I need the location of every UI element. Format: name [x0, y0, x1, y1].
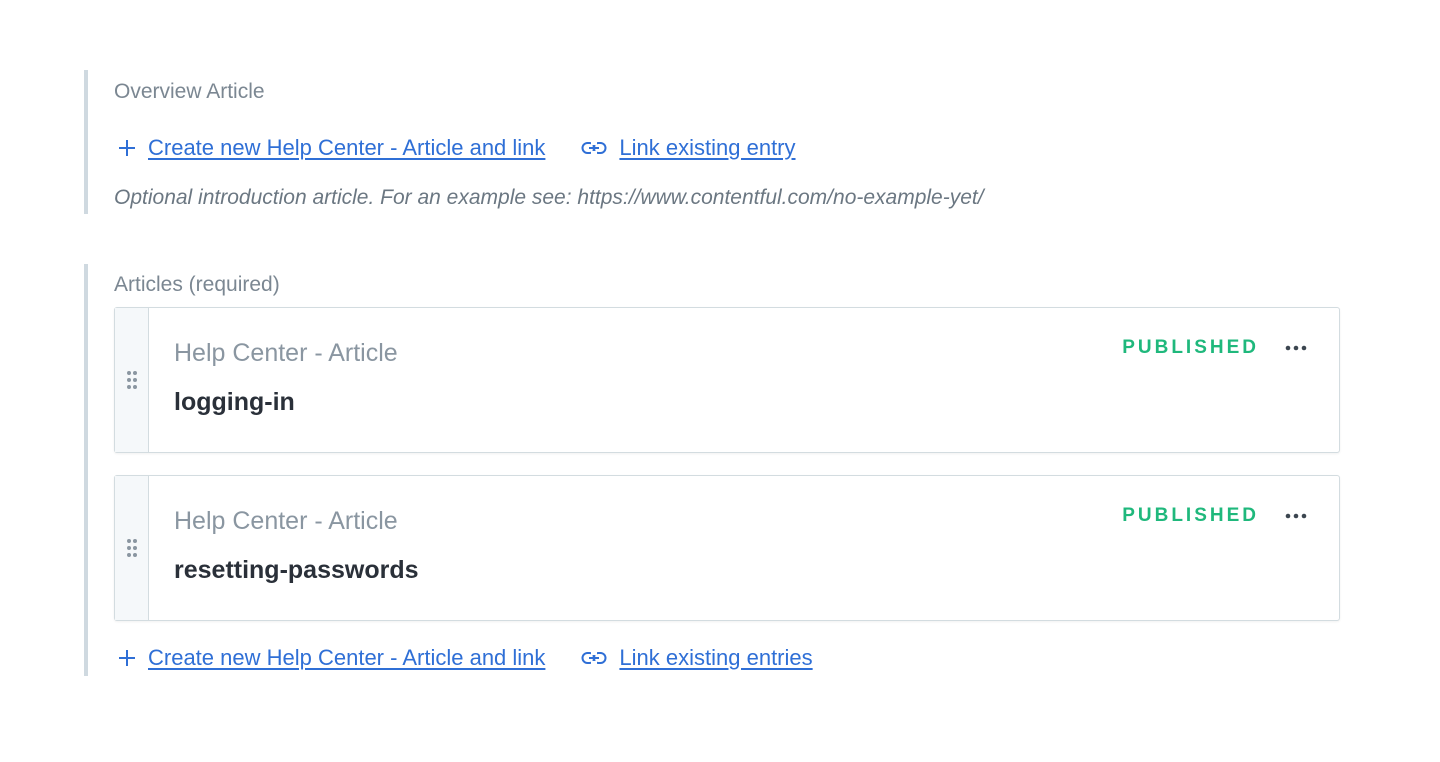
link-existing-entries-link[interactable]: Link existing entries [581, 645, 813, 671]
overview-actions: Create new Help Center - Article and lin… [118, 135, 796, 161]
create-new-article-label: Create new Help Center - Article and lin… [148, 645, 546, 670]
drag-handle-icon[interactable] [115, 308, 149, 452]
field-label: Articles (required) [114, 273, 280, 296]
create-new-article-link[interactable]: Create new Help Center - Article and lin… [118, 135, 545, 161]
articles-actions: Create new Help Center - Article and lin… [118, 645, 813, 671]
link-existing-entry-link[interactable]: Link existing entry [581, 135, 796, 161]
overview-article-field: Overview Article Create new Help Center … [84, 70, 1344, 214]
entry-content-type: Help Center - Article [174, 339, 398, 367]
entry-title: logging-in [174, 388, 295, 416]
help-text: Optional introduction article. For an ex… [114, 186, 984, 209]
entry-content-type: Help Center - Article [174, 507, 398, 535]
link-existing-entry-label: Link existing entry [619, 135, 796, 160]
entry-title: resetting-passwords [174, 556, 419, 584]
articles-field: Articles (required) Help Center - Articl… [84, 264, 1344, 676]
create-new-article-label: Create new Help Center - Article and lin… [148, 135, 546, 160]
link-icon [581, 651, 607, 665]
create-new-article-link[interactable]: Create new Help Center - Article and lin… [118, 645, 545, 671]
status-badge: PUBLISHED [1122, 337, 1259, 358]
link-existing-entries-label: Link existing entries [619, 645, 813, 670]
more-horizontal-icon[interactable] [1283, 504, 1309, 528]
more-horizontal-icon[interactable] [1283, 336, 1309, 360]
drag-handle-icon[interactable] [115, 476, 149, 620]
entry-card[interactable]: Help Center - Article resetting-password… [114, 475, 1340, 621]
link-icon [581, 141, 607, 155]
field-label: Overview Article [114, 80, 265, 103]
plus-icon [118, 649, 136, 667]
status-badge: PUBLISHED [1122, 505, 1259, 526]
entry-card[interactable]: Help Center - Article logging-in PUBLISH… [114, 307, 1340, 453]
plus-icon [118, 139, 136, 157]
